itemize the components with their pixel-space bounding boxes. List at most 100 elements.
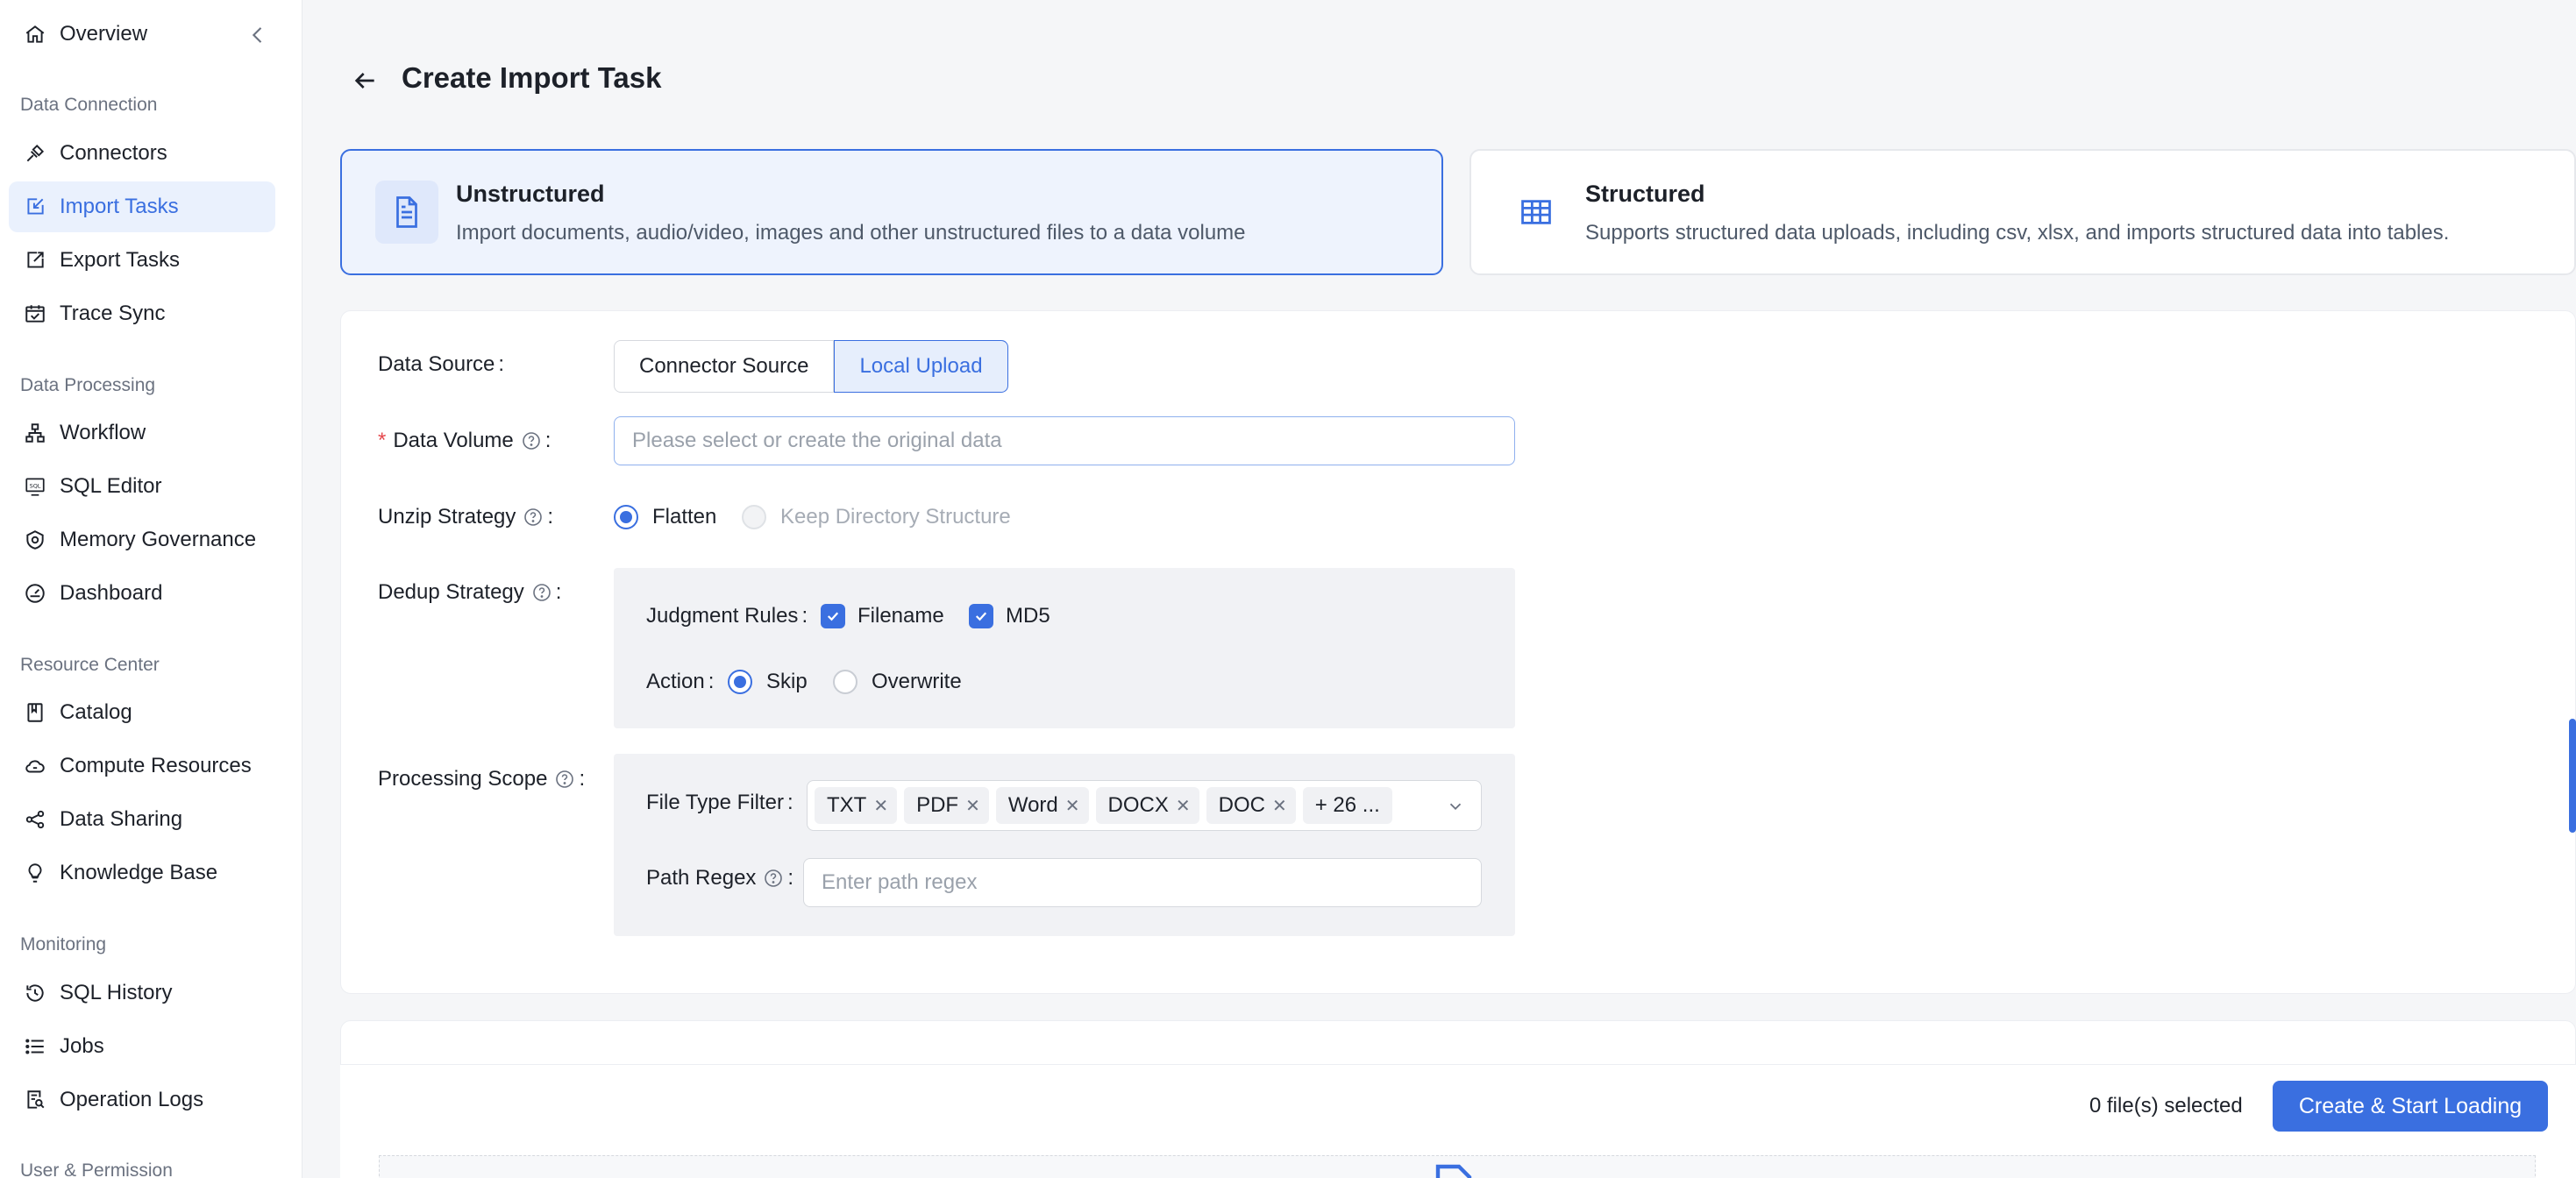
table-icon [1505,181,1568,244]
sidebar-item-compute-resources[interactable]: Compute Resources [9,741,275,791]
nav-group-data-connection: Data Connection [20,95,158,115]
sidebar-item-import-tasks[interactable]: Import Tasks [9,181,275,232]
cloud-icon [23,754,47,778]
unzip-flatten-radio[interactable]: Flatten [614,505,716,529]
connector-source-option[interactable]: Connector Source [614,340,835,393]
help-circle-icon[interactable] [523,507,544,528]
card-description: Supports structured data uploads, includ… [1585,221,2450,245]
file-type-tag: Word ✕ [995,787,1089,824]
sidebar-item-label: Export Tasks [60,248,180,272]
collapse-sidebar-icon[interactable] [246,23,270,47]
local-upload-option[interactable]: Local Upload [834,340,1008,393]
nav-group-resource-center: Resource Center [20,655,160,675]
data-source-label: Data Source: [378,352,505,376]
unstructured-type-card[interactable]: Unstructured Import documents, audio/vid… [340,149,1443,275]
unzip-strategy-label: Unzip Strategy : [378,505,554,529]
sidebar-item-label: Overview [60,22,148,46]
sidebar-item-label: Catalog [60,700,132,724]
sidebar-item-dashboard[interactable]: Dashboard [9,568,275,619]
log-search-icon [23,1088,47,1112]
data-source-toggle: Connector Source Local Upload [614,340,1008,393]
nav-group-data-processing: Data Processing [20,375,156,395]
checkmark-icon [821,604,845,628]
back-arrow-icon[interactable] [351,67,379,95]
sidebar-item-label: Dashboard [60,581,163,605]
close-icon[interactable]: ✕ [1272,795,1287,817]
action-skip-radio[interactable]: Skip [728,670,808,694]
file-type-tag: DOCX ✕ [1095,787,1199,824]
document-icon [375,181,438,244]
filename-checkbox[interactable]: Filename [821,604,944,628]
nav-group-monitoring: Monitoring [20,934,107,954]
files-selected-count: 0 file(s) selected [2089,1094,2243,1118]
book-icon [23,700,47,725]
close-icon[interactable]: ✕ [965,795,980,817]
import-icon [23,195,47,219]
sidebar-item-knowledge-base[interactable]: Knowledge Base [9,848,275,898]
sidebar-item-export-tasks[interactable]: Export Tasks [9,235,275,286]
radio-dot [614,505,638,529]
card-title: Unstructured [456,181,605,207]
file-type-tag: PDF ✕ [904,787,989,824]
create-and-start-loading-button[interactable]: Create & Start Loading [2273,1081,2548,1132]
structured-type-card[interactable]: Structured Supports structured data uplo… [1469,149,2576,275]
sidebar-item-label: Jobs [60,1034,104,1058]
card-description: Import documents, audio/video, images an… [456,221,1246,245]
sidebar-item-overview[interactable]: Overview [9,9,275,60]
sidebar-item-sql-editor[interactable]: SQL SQL Editor [9,461,275,512]
radio-dot [728,670,752,694]
sidebar-item-catalog[interactable]: Catalog [9,687,275,738]
sidebar-item-label: Connectors [60,141,167,165]
close-icon[interactable]: ✕ [1176,795,1191,817]
sidebar-item-label: Workflow [60,421,146,444]
nav-group-user-permission: User & Permission [20,1160,173,1178]
sidebar-item-label: SQL History [60,981,173,1004]
gauge-icon [23,581,47,606]
dedup-options-box [614,568,1515,728]
close-icon[interactable]: ✕ [873,795,888,817]
lightbulb-icon [23,861,47,885]
sidebar-item-label: Compute Resources [60,754,252,777]
data-volume-select[interactable]: Please select or create the original dat… [614,416,1515,465]
help-circle-icon[interactable] [554,769,575,790]
export-icon [23,248,47,273]
sidebar-item-jobs[interactable]: Jobs [9,1021,275,1072]
sidebar-item-label: Operation Logs [60,1088,204,1111]
close-icon[interactable]: ✕ [1065,795,1080,817]
sidebar-item-sql-history[interactable]: SQL History [9,968,275,1018]
home-icon [23,22,47,46]
help-circle-icon[interactable] [763,868,784,889]
calendar-sync-icon [23,302,47,326]
sidebar-item-label: Import Tasks [60,195,179,218]
file-type-select[interactable]: TXT ✕ PDF ✕ Word ✕ DOCX ✕ DOC ✕ + 26 ... [807,780,1482,831]
sidebar-item-data-sharing[interactable]: Data Sharing [9,794,275,845]
sidebar-item-trace-sync[interactable]: Trace Sync [9,288,275,339]
card-title: Structured [1585,181,1705,207]
chevron-down-icon[interactable] [1446,797,1465,816]
svg-text:SQL: SQL [30,483,41,490]
scrollbar-thumb[interactable] [2569,719,2576,833]
help-circle-icon[interactable] [521,430,542,451]
sidebar-item-operation-logs[interactable]: Operation Logs [9,1075,275,1125]
sidebar-item-connectors[interactable]: Connectors [9,128,275,179]
dedup-strategy-label: Dedup Strategy : [378,580,562,604]
file-type-tag: TXT ✕ [815,787,898,824]
sidebar-item-memory-governance[interactable]: Memory Governance [9,514,275,565]
sql-icon: SQL [23,474,47,499]
file-dropzone[interactable] [379,1155,2536,1178]
memory-icon [23,528,47,552]
help-circle-icon[interactable] [531,582,552,603]
radio-dot [833,670,857,694]
checkmark-icon [969,604,993,628]
more-file-types-tag[interactable]: + 26 ... [1302,787,1392,824]
page-title: Create Import Task [402,61,662,94]
sidebar-item-label: Knowledge Base [60,861,218,884]
md5-checkbox[interactable]: MD5 [969,604,1050,628]
sidebar-item-label: Data Sharing [60,807,183,831]
path-regex-input[interactable]: Enter path regex [803,858,1482,907]
unzip-keep-directory-radio[interactable]: Keep Directory Structure [742,505,1011,529]
sidebar-item-label: Trace Sync [60,302,166,325]
radio-dot [742,505,766,529]
sidebar-item-workflow[interactable]: Workflow [9,408,275,458]
action-overwrite-radio[interactable]: Overwrite [833,670,962,694]
